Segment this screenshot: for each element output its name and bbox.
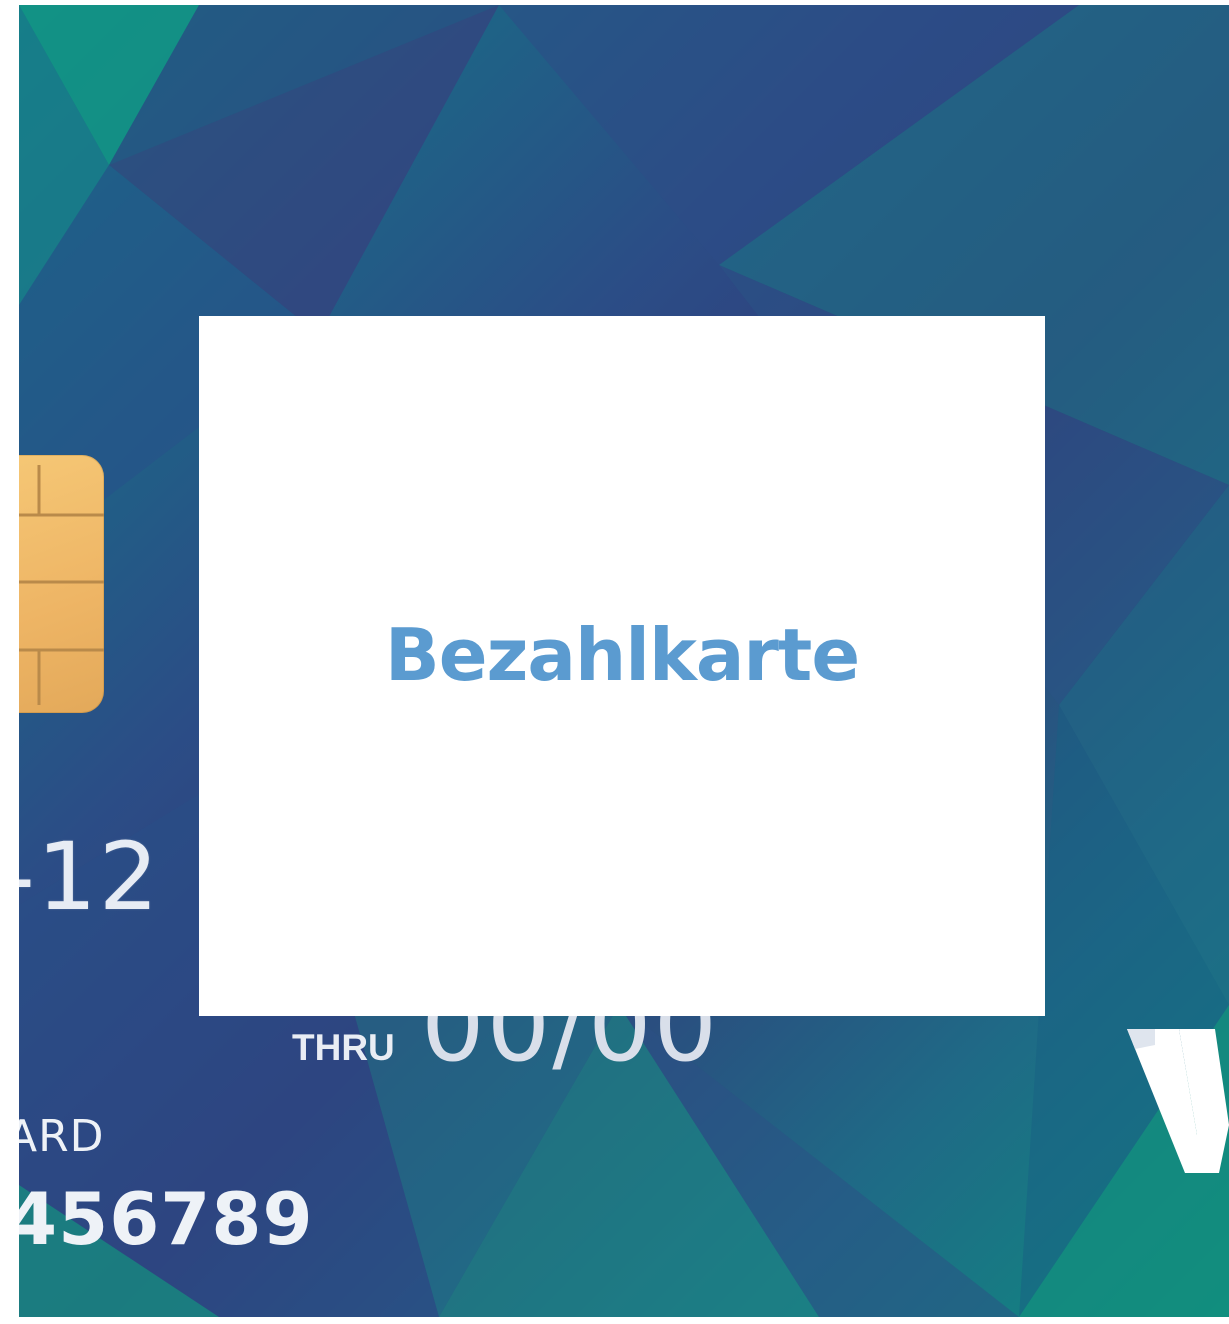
title-overlay-box: Bezahlkarte: [199, 316, 1045, 1016]
card-id-number: 456789: [19, 1177, 314, 1261]
overlay-title: Bezahlkarte: [384, 613, 860, 697]
card-chip-icon: [19, 455, 104, 713]
page: -12 7 00/00 THRU ARD 456789 Bezahlkarte: [0, 0, 1229, 1324]
card-type-label: ARD: [19, 1111, 105, 1162]
card-thru-label: THRU: [292, 1027, 395, 1068]
chip-contacts: [19, 465, 104, 705]
visa-logo-icon: [1127, 1029, 1229, 1173]
